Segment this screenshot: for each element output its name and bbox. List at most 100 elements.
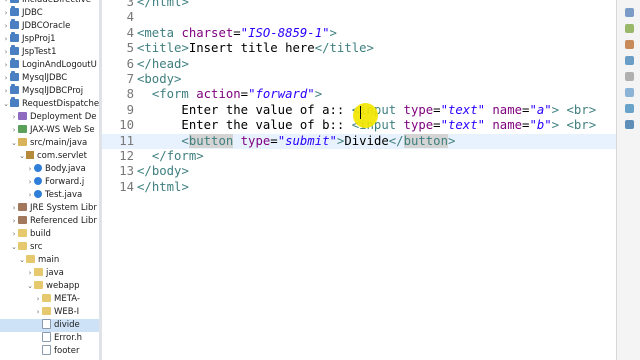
outline-icon[interactable] xyxy=(625,24,634,33)
chevron-right-icon[interactable]: › xyxy=(2,85,10,98)
code-token: < xyxy=(181,133,189,148)
code-line[interactable]: 7 <body> xyxy=(102,72,616,87)
chevron-right-icon[interactable]: › xyxy=(10,124,18,137)
chevron-right-icon[interactable]: › xyxy=(10,111,18,124)
code-line[interactable]: 5 <title>Insert title here</title> xyxy=(102,41,616,56)
code-token: "text" xyxy=(440,118,485,133)
chevron-down-icon[interactable]: ⌄ xyxy=(26,280,34,293)
chevron-right-icon[interactable]: › xyxy=(34,293,42,306)
tree-item[interactable]: › MysqlJDBCProj xyxy=(0,83,99,98)
code-text: <button type="submit">Divide</button> xyxy=(137,133,455,149)
code-token: > xyxy=(196,149,204,163)
chevron-right-icon[interactable]: › xyxy=(2,0,10,7)
tree-item[interactable]: › JspProj1 xyxy=(0,31,99,46)
chevron-down-icon[interactable]: ⌄ xyxy=(10,241,18,254)
srcfolder-icon xyxy=(18,137,27,146)
code-token: meta xyxy=(144,25,175,40)
tree-item[interactable]: › Test.java xyxy=(0,189,99,202)
tree-item[interactable]: › JRE System Libr xyxy=(0,202,99,215)
tree-item[interactable]: › MysqlJDBC xyxy=(0,70,99,85)
java-icon xyxy=(34,163,42,172)
code-token: = xyxy=(240,87,249,102)
search-icon[interactable] xyxy=(625,88,634,97)
chevron-right-icon[interactable]: › xyxy=(2,46,10,59)
chevron-right-icon[interactable]: › xyxy=(2,33,10,46)
tree-item[interactable]: › META- xyxy=(0,293,99,306)
chevron-right-icon[interactable]: › xyxy=(26,267,34,280)
tree-item[interactable]: › JDBC xyxy=(0,5,99,20)
tree-item[interactable]: divide xyxy=(0,318,99,332)
code-line[interactable]: 6 </head> xyxy=(102,57,616,72)
tree-item[interactable]: › LoginAndLogoutU xyxy=(0,57,99,72)
code-line[interactable]: 8 <form action="forward"> xyxy=(102,87,616,102)
view-icon[interactable] xyxy=(625,8,634,17)
proj-icon xyxy=(10,57,19,68)
code-token: form xyxy=(159,87,189,102)
tree-item[interactable]: ⌄ main xyxy=(0,254,99,267)
code-line[interactable]: 11 <button type="submit">Divide</button> xyxy=(102,133,616,149)
tree-item[interactable]: ⌄ RequestDispatcher xyxy=(0,96,99,111)
code-line[interactable]: 4 xyxy=(102,10,616,25)
chevron-right-icon[interactable]: › xyxy=(10,215,18,228)
tree-item[interactable]: Error.h xyxy=(0,331,99,345)
tree-item[interactable]: ⌄ com.servlet xyxy=(0,150,99,163)
tree-item[interactable]: ⌄ src xyxy=(0,241,99,254)
tree-item[interactable]: › build xyxy=(0,228,99,241)
tree-item[interactable]: › Referenced Libr xyxy=(0,215,99,228)
tree-item[interactable]: › Body.java xyxy=(0,163,99,176)
line-number: 10 xyxy=(119,118,134,133)
tree-item[interactable]: › Forward.j xyxy=(0,176,99,189)
proj-icon xyxy=(10,31,19,42)
tree-item-label: JAX-WS Web Se xyxy=(30,125,95,135)
chevron-down-icon[interactable]: ⌄ xyxy=(18,254,26,267)
chevron-right-icon[interactable]: › xyxy=(10,202,18,215)
code-token: title xyxy=(329,41,367,56)
line-number: 4 xyxy=(126,25,134,40)
tree-item[interactable]: › JDBCOracle xyxy=(0,18,99,33)
tree-item[interactable]: ⌄ src/main/java xyxy=(0,137,99,150)
code-token: charset xyxy=(181,25,234,40)
tree-item[interactable]: footer xyxy=(0,344,99,358)
chevron-down-icon[interactable]: ⌄ xyxy=(2,98,10,111)
chevron-right-icon[interactable]: › xyxy=(26,189,34,202)
chevron-right-icon[interactable]: › xyxy=(10,228,18,241)
chevron-right-icon[interactable]: › xyxy=(2,59,10,72)
tree-item[interactable]: › java xyxy=(0,267,99,280)
chevron-right-icon[interactable]: › xyxy=(2,7,10,20)
line-number: 13 xyxy=(119,164,134,179)
problem-icon[interactable] xyxy=(625,56,634,65)
code-text: <title>Insert title here</title> xyxy=(137,41,374,56)
chevron-down-icon[interactable]: ⌄ xyxy=(10,137,18,150)
code-token: title xyxy=(144,41,182,56)
chevron-right-icon[interactable]: › xyxy=(2,72,10,85)
tree-item[interactable]: › JspTest1 xyxy=(0,44,99,59)
tree-item-label: main xyxy=(38,255,60,265)
tree-item[interactable]: › JAX-WS Web Se xyxy=(0,124,99,137)
code-line[interactable]: 14 </html> xyxy=(102,180,616,195)
tree-item[interactable]: › Deployment De xyxy=(0,111,99,124)
chevron-right-icon[interactable]: › xyxy=(2,20,10,33)
tree-item[interactable]: › WEB-I xyxy=(0,306,99,319)
task-icon[interactable] xyxy=(625,40,634,49)
chevron-down-icon[interactable]: ⌄ xyxy=(18,150,26,163)
tree-item[interactable]: ⌄ webapp xyxy=(0,280,99,293)
code-text: </html> xyxy=(137,180,189,195)
code-line[interactable]: 3 </html> xyxy=(102,0,616,10)
code-line[interactable]: 4 <meta charset="ISO-8859-1"> xyxy=(102,26,616,41)
code-line[interactable]: 12 </form> xyxy=(102,149,616,164)
server-icon[interactable] xyxy=(625,120,634,129)
console-icon[interactable] xyxy=(625,72,634,81)
chevron-right-icon[interactable]: › xyxy=(26,176,34,189)
lib-icon xyxy=(18,215,27,224)
chevron-right-icon[interactable]: › xyxy=(34,306,42,319)
code-token: > xyxy=(181,41,189,56)
code-token: > xyxy=(181,179,189,194)
folder-icon xyxy=(26,254,35,263)
tree-item-label: Test.java xyxy=(45,190,83,200)
code-token: Divide xyxy=(344,133,389,148)
code-line[interactable]: 13 </body> xyxy=(102,164,616,179)
bookmark-icon[interactable] xyxy=(625,104,634,113)
chevron-right-icon[interactable]: › xyxy=(26,163,34,176)
tree-item-label: JDBCOracle xyxy=(22,21,71,31)
code-editor[interactable]: 3 </html> 4 4 <meta charset="ISO-8859-1"> 5 <t… xyxy=(102,0,616,360)
